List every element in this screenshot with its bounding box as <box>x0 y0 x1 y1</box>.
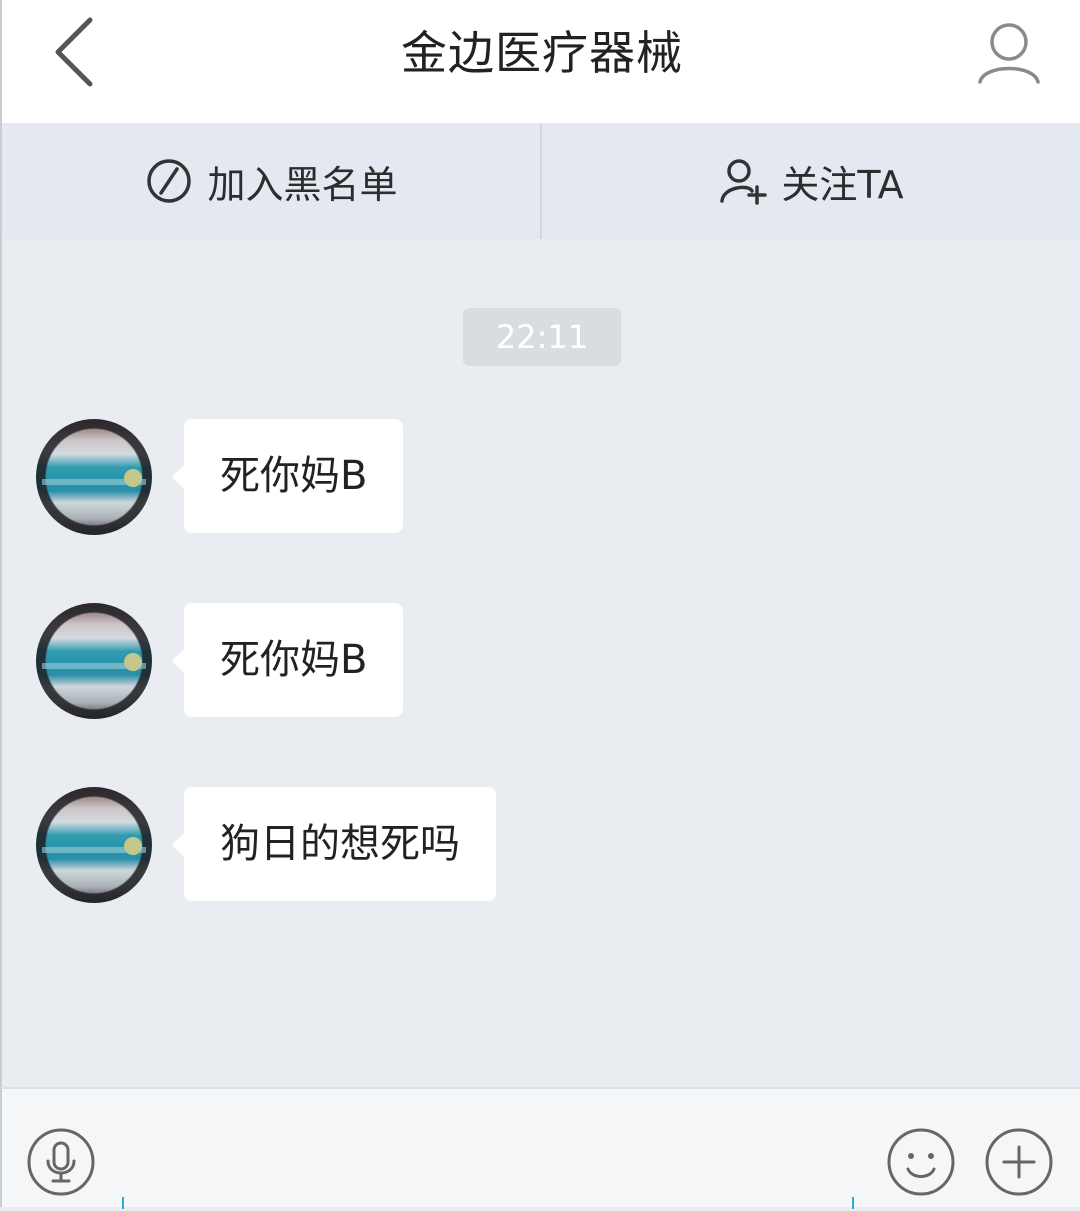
message-input-bar <box>0 1087 1080 1211</box>
add-user-icon <box>720 159 768 205</box>
message-input[interactable] <box>120 1197 860 1211</box>
smiley-icon <box>887 1128 955 1196</box>
block-icon <box>147 159 192 203</box>
chat-message-area[interactable]: 22:11 死你妈B 死你妈B 狗日的想死吗 <box>0 239 1080 1087</box>
profile-button[interactable] <box>974 18 1044 88</box>
input-field-edge-right <box>852 1197 854 1209</box>
page-title: 金边医疗器械 <box>401 26 683 80</box>
contact-avatar[interactable] <box>36 419 152 535</box>
more-options-button[interactable] <box>984 1127 1054 1197</box>
message-timestamp: 22:11 <box>463 308 621 366</box>
contact-avatar[interactable] <box>36 603 152 719</box>
contact-action-bar: 加入黑名单 关注TA <box>0 123 1080 239</box>
message-bubble[interactable]: 狗日的想死吗 <box>172 787 496 901</box>
message-bubble[interactable]: 死你妈B <box>171 603 404 717</box>
add-to-blacklist-button[interactable]: 加入黑名单 <box>2 123 541 239</box>
emoji-button[interactable] <box>886 1127 956 1197</box>
user-profile-icon <box>978 23 1040 84</box>
follow-button[interactable]: 关注TA <box>542 123 1080 239</box>
plus-icon <box>985 1128 1053 1196</box>
message-bubble[interactable]: 死你妈B <box>171 419 404 533</box>
input-field-edge-left <box>122 1197 124 1209</box>
top-navigation-bar: 金边医疗器械 <box>0 0 1080 123</box>
microphone-icon <box>27 1128 95 1196</box>
follow-label: 关注TA <box>781 162 904 207</box>
blacklist-label: 加入黑名单 <box>207 162 398 207</box>
contact-avatar[interactable] <box>36 787 152 903</box>
voice-input-button[interactable] <box>26 1127 96 1197</box>
